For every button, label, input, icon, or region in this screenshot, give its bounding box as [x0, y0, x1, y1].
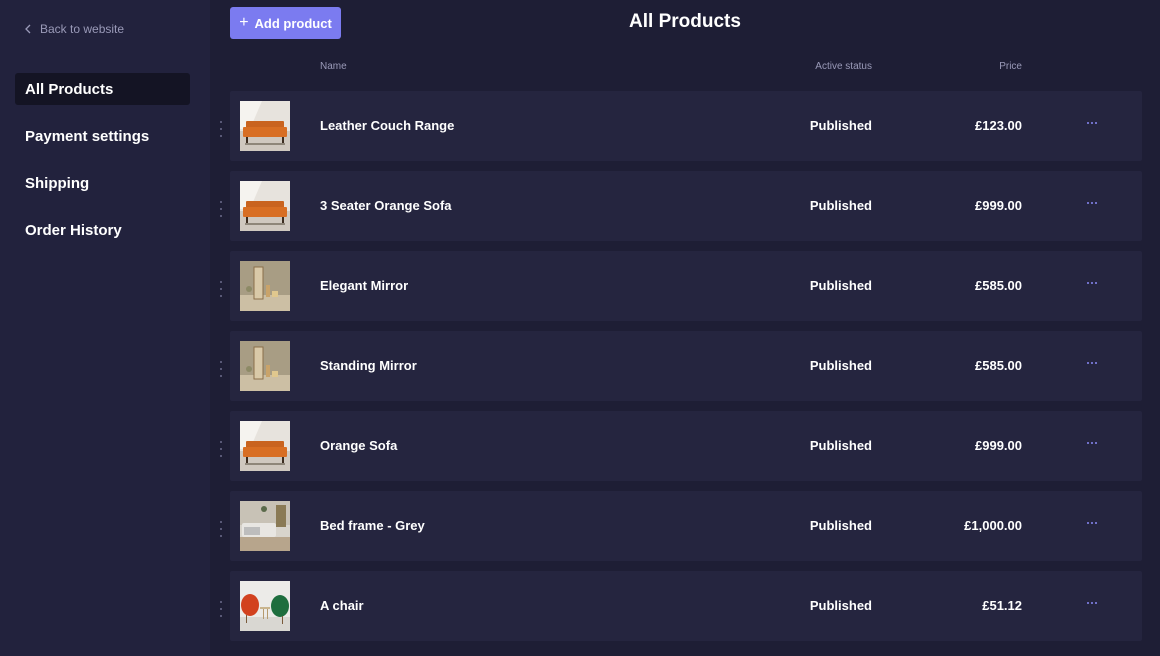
- product-price: £51.12: [982, 598, 1022, 613]
- more-options-icon[interactable]: [1082, 435, 1102, 451]
- mirror-image: [240, 341, 290, 391]
- product-card[interactable]: A chair Published £51.12: [230, 571, 1142, 641]
- more-options-icon[interactable]: [1082, 595, 1102, 611]
- sidebar-nav: All Products Payment settings Shipping O…: [15, 73, 190, 261]
- product-name: A chair: [320, 598, 364, 613]
- drag-handle-icon[interactable]: [218, 121, 224, 137]
- product-name: Leather Couch Range: [320, 118, 455, 133]
- product-name: Orange Sofa: [320, 438, 398, 453]
- product-card[interactable]: Standing Mirror Published £585.00: [230, 331, 1142, 401]
- orange-sofa-image: [240, 101, 290, 151]
- more-options-icon[interactable]: [1082, 355, 1102, 371]
- product-row: A chair Published £51.12: [210, 571, 1160, 641]
- column-header-price: Price: [999, 61, 1022, 72]
- chevron-left-icon: [25, 24, 31, 34]
- drag-handle-icon[interactable]: [218, 601, 224, 617]
- product-price: £585.00: [975, 278, 1022, 293]
- product-thumbnail: [240, 101, 290, 151]
- product-status: Published: [809, 438, 872, 453]
- product-card[interactable]: Bed frame - Grey Published £1,000.00: [230, 491, 1142, 561]
- more-options-icon[interactable]: [1082, 515, 1102, 531]
- product-card[interactable]: 3 Seater Orange Sofa Published £999.00: [230, 171, 1142, 241]
- product-name: Elegant Mirror: [320, 278, 409, 293]
- product-thumbnail: [240, 421, 290, 471]
- product-row: Orange Sofa Published £999.00: [210, 411, 1160, 481]
- product-status: Published: [809, 198, 872, 213]
- product-status: Published: [809, 598, 872, 613]
- sidebar-item-label: Payment settings: [25, 127, 150, 145]
- product-thumbnail: [240, 581, 290, 631]
- product-thumbnail: [240, 181, 290, 231]
- product-thumbnail: [240, 501, 290, 551]
- mirror-image: [240, 261, 290, 311]
- back-link-label: Back to website: [40, 22, 125, 36]
- sidebar: Back to website All Products Payment set…: [0, 0, 210, 656]
- product-row: Elegant Mirror Published £585.00: [210, 251, 1160, 321]
- orange-sofa-image: [240, 181, 290, 231]
- product-price: £585.00: [975, 358, 1022, 373]
- sidebar-item-order-history[interactable]: Order History: [15, 214, 190, 246]
- product-row: Standing Mirror Published £585.00: [210, 331, 1160, 401]
- product-price: £123.00: [975, 118, 1022, 133]
- sidebar-item-payment-settings[interactable]: Payment settings: [15, 120, 190, 152]
- product-status: Published: [809, 358, 872, 373]
- page-title: All Products: [629, 11, 741, 32]
- product-name: Bed frame - Grey: [320, 518, 425, 533]
- add-product-label: Add product: [254, 15, 332, 31]
- product-thumbnail: [240, 341, 290, 391]
- drag-handle-icon[interactable]: [218, 521, 224, 537]
- plus-icon: +: [239, 14, 249, 31]
- sidebar-item-shipping[interactable]: Shipping: [15, 167, 190, 199]
- main-content: + Add product All Products Name Active s…: [210, 0, 1160, 656]
- more-options-icon[interactable]: [1082, 195, 1102, 211]
- sidebar-item-label: Shipping: [25, 174, 90, 192]
- column-header-status: Active status: [815, 61, 872, 72]
- product-status: Published: [809, 118, 872, 133]
- product-row: 3 Seater Orange Sofa Published £999.00: [210, 171, 1160, 241]
- column-header-name: Name: [320, 61, 347, 72]
- chairs-image: [240, 581, 290, 631]
- product-price: £999.00: [975, 438, 1022, 453]
- drag-handle-icon[interactable]: [218, 281, 224, 297]
- more-options-icon[interactable]: [1082, 275, 1102, 291]
- bed-image: [240, 501, 290, 551]
- product-status: Published: [809, 518, 872, 533]
- more-options-icon[interactable]: [1082, 115, 1102, 131]
- orange-sofa-image: [240, 421, 290, 471]
- product-row: Bed frame - Grey Published £1,000.00: [210, 491, 1160, 561]
- sidebar-item-all-products[interactable]: All Products: [15, 73, 190, 105]
- product-name: 3 Seater Orange Sofa: [320, 198, 452, 213]
- sidebar-item-label: Order History: [25, 221, 122, 239]
- drag-handle-icon[interactable]: [218, 361, 224, 377]
- product-card[interactable]: Elegant Mirror Published £585.00: [230, 251, 1142, 321]
- drag-handle-icon[interactable]: [218, 441, 224, 457]
- product-thumbnail: [240, 261, 290, 311]
- product-row: Leather Couch Range Published £123.00: [210, 91, 1160, 161]
- back-to-website-link[interactable]: Back to website: [24, 21, 124, 37]
- sidebar-item-label: All Products: [25, 80, 114, 98]
- drag-handle-icon[interactable]: [218, 201, 224, 217]
- product-card[interactable]: Orange Sofa Published £999.00: [230, 411, 1142, 481]
- product-status: Published: [809, 278, 872, 293]
- product-name: Standing Mirror: [320, 358, 417, 373]
- product-price: £1,000.00: [964, 518, 1022, 533]
- product-price: £999.00: [975, 198, 1022, 213]
- add-product-button[interactable]: + Add product: [230, 7, 341, 39]
- product-card[interactable]: Leather Couch Range Published £123.00: [230, 91, 1142, 161]
